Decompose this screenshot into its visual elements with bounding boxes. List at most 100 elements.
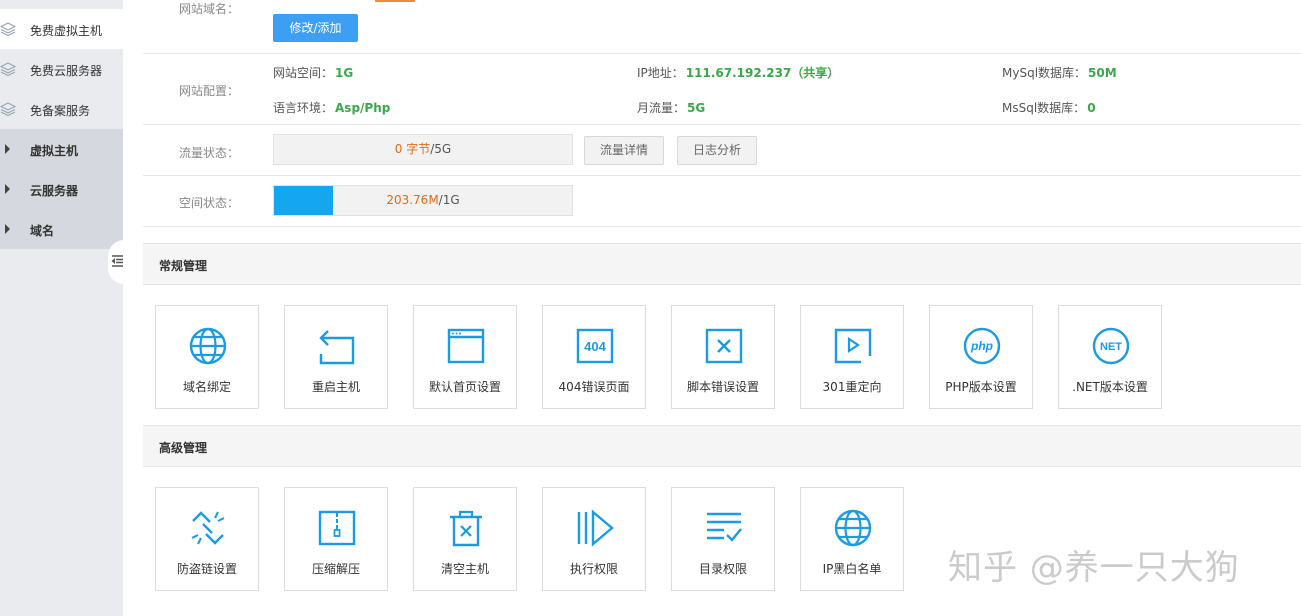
- tile-label: 默认首页设置: [428, 380, 501, 394]
- sidebar-group-cloud-server[interactable]: 云服务器: [0, 169, 123, 209]
- tile-label: 301重定向: [822, 380, 882, 394]
- watermark: 知乎 @养一只大狗: [948, 548, 1240, 588]
- tile-label: 域名绑定: [182, 380, 231, 394]
- sidebar-item-label: 免费云服务器: [30, 64, 103, 78]
- config-key: 网站空间：: [273, 66, 334, 80]
- section-title: 常规管理: [159, 259, 208, 273]
- tile-label: 压缩解压: [311, 562, 360, 576]
- tile-301-redirect[interactable]: 301重定向: [800, 305, 904, 409]
- domain-tag: [375, 0, 415, 2]
- config-traffic: 月流量： 5G: [637, 99, 705, 116]
- sidebar-group-label: 域名: [30, 224, 55, 238]
- log-analysis-button[interactable]: 日志分析: [677, 136, 757, 165]
- close-box-icon: [705, 328, 743, 364]
- redirect-icon: [834, 328, 872, 364]
- layers-icon: [0, 102, 16, 117]
- sidebar-collapse-button[interactable]: [108, 240, 124, 284]
- space-label: 空间状态：: [179, 196, 240, 210]
- main-content: 网站域名： 修改/添加 网站配置： 网站空间： 1G IP地址： 111.67.19…: [143, 0, 1301, 616]
- tile-ip-blacklist[interactable]: IP黑白名单: [800, 487, 904, 591]
- tile-404-page[interactable]: 404 404错误页面: [542, 305, 646, 409]
- tile-dotnet-version[interactable]: NET .NET版本设置: [1058, 305, 1162, 409]
- globe-icon: [189, 327, 227, 365]
- sidebar-item-no-filing-service[interactable]: 免备案服务: [0, 89, 123, 129]
- divider: [143, 124, 1301, 125]
- config-value: Asp/Php: [335, 101, 391, 115]
- config-key: MsSql数据库：: [1002, 101, 1086, 115]
- traffic-progress-bar: 0 字节/5G: [273, 134, 573, 165]
- directory-list-icon: [707, 512, 742, 542]
- tile-restart-host[interactable]: 重启主机: [284, 305, 388, 409]
- general-section-header: 常规管理: [143, 243, 1301, 285]
- space-used: 203.76M: [386, 193, 439, 207]
- config-value: 5G: [687, 101, 706, 115]
- sidebar-group-domain[interactable]: 域名: [0, 209, 123, 249]
- caret-right-icon: [5, 184, 10, 194]
- error-404-icon: 404: [576, 328, 614, 364]
- svg-text:404: 404: [584, 339, 606, 354]
- space-total: /1G: [438, 193, 460, 207]
- caret-right-icon: [5, 144, 10, 154]
- tile-anti-leech[interactable]: 防盗链设置: [155, 487, 259, 591]
- traffic-detail-button[interactable]: 流量详情: [584, 136, 664, 165]
- config-value: 50M: [1088, 66, 1117, 80]
- tile-directory-permission[interactable]: 目录权限: [671, 487, 775, 591]
- advanced-section-header: 高级管理: [143, 425, 1301, 467]
- collapse-icon: [111, 255, 123, 267]
- tile-default-homepage[interactable]: 默认首页设置: [413, 305, 517, 409]
- config-key: 月流量：: [637, 101, 686, 115]
- tile-label: 防盗链设置: [176, 562, 237, 576]
- divider: [143, 175, 1301, 176]
- browser-window-icon: [447, 328, 485, 364]
- tile-clear-host[interactable]: 清空主机: [413, 487, 517, 591]
- sidebar-group-virtual-host[interactable]: 虚拟主机: [0, 129, 123, 169]
- config-value: 111.67.192.237（共享）: [685, 66, 840, 80]
- tile-script-error[interactable]: 脚本错误设置: [671, 305, 775, 409]
- config-mysql: MySql数据库： 50M: [1002, 64, 1117, 81]
- tile-compress-extract[interactable]: 压缩解压: [284, 487, 388, 591]
- svg-text:php: php: [970, 339, 993, 353]
- config-value: 0: [1087, 101, 1096, 115]
- traffic-total: /5G: [430, 142, 452, 156]
- tile-label: 执行权限: [569, 562, 618, 576]
- zip-file-icon: [318, 510, 356, 546]
- tile-label: 重启主机: [311, 380, 360, 394]
- broken-link-icon: [191, 511, 225, 545]
- config-key: IP地址：: [637, 66, 684, 80]
- tile-domain-binding[interactable]: 域名绑定: [155, 305, 259, 409]
- layers-icon: [0, 62, 16, 77]
- sidebar-item-free-cloud-server[interactable]: 免费云服务器: [0, 49, 123, 89]
- tile-label: IP黑白名单: [822, 562, 882, 576]
- space-progress-text: 203.76M/1G: [274, 186, 572, 215]
- sidebar-item-label: 免备案服务: [30, 104, 91, 118]
- sidebar-group-label: 云服务器: [30, 184, 79, 198]
- restart-icon: [319, 330, 355, 365]
- config-mssql: MsSql数据库： 0: [1002, 99, 1096, 116]
- caret-right-icon: [5, 224, 10, 234]
- globe-icon: [834, 509, 872, 547]
- tile-php-version[interactable]: php PHP版本设置: [929, 305, 1033, 409]
- config-key: MySql数据库：: [1002, 66, 1087, 80]
- config-label: 网站配置：: [179, 84, 240, 98]
- traffic-label: 流量状态：: [179, 146, 240, 160]
- tile-label: 清空主机: [440, 562, 489, 576]
- sidebar-group-label: 虚拟主机: [30, 144, 79, 158]
- tile-label: .NET版本设置: [1072, 380, 1148, 394]
- config-language: 语言环境： Asp/Php: [273, 99, 390, 116]
- section-title: 高级管理: [159, 441, 208, 455]
- config-ip: IP地址： 111.67.192.237（共享）: [637, 64, 839, 81]
- execute-icon: [577, 509, 614, 547]
- tile-label: PHP版本设置: [945, 380, 1017, 394]
- trash-icon: [450, 510, 482, 547]
- tile-execute-permission[interactable]: 执行权限: [542, 487, 646, 591]
- sidebar-item-free-virtual-host[interactable]: 免费虚拟主机: [0, 9, 123, 49]
- sidebar: 免费虚拟主机 免费云服务器 免备案服务 虚拟主机 云服务器 域名: [0, 0, 123, 616]
- domain-label: 网站域名：: [179, 2, 240, 16]
- traffic-used: 0 字节: [394, 142, 431, 156]
- tile-label: 404错误页面: [558, 380, 630, 394]
- svg-text:NET: NET: [1100, 341, 1122, 353]
- config-space: 网站空间： 1G: [273, 64, 353, 81]
- edit-domain-button[interactable]: 修改/添加: [273, 14, 358, 42]
- divider: [143, 226, 1301, 227]
- tile-label: 脚本错误设置: [686, 380, 759, 394]
